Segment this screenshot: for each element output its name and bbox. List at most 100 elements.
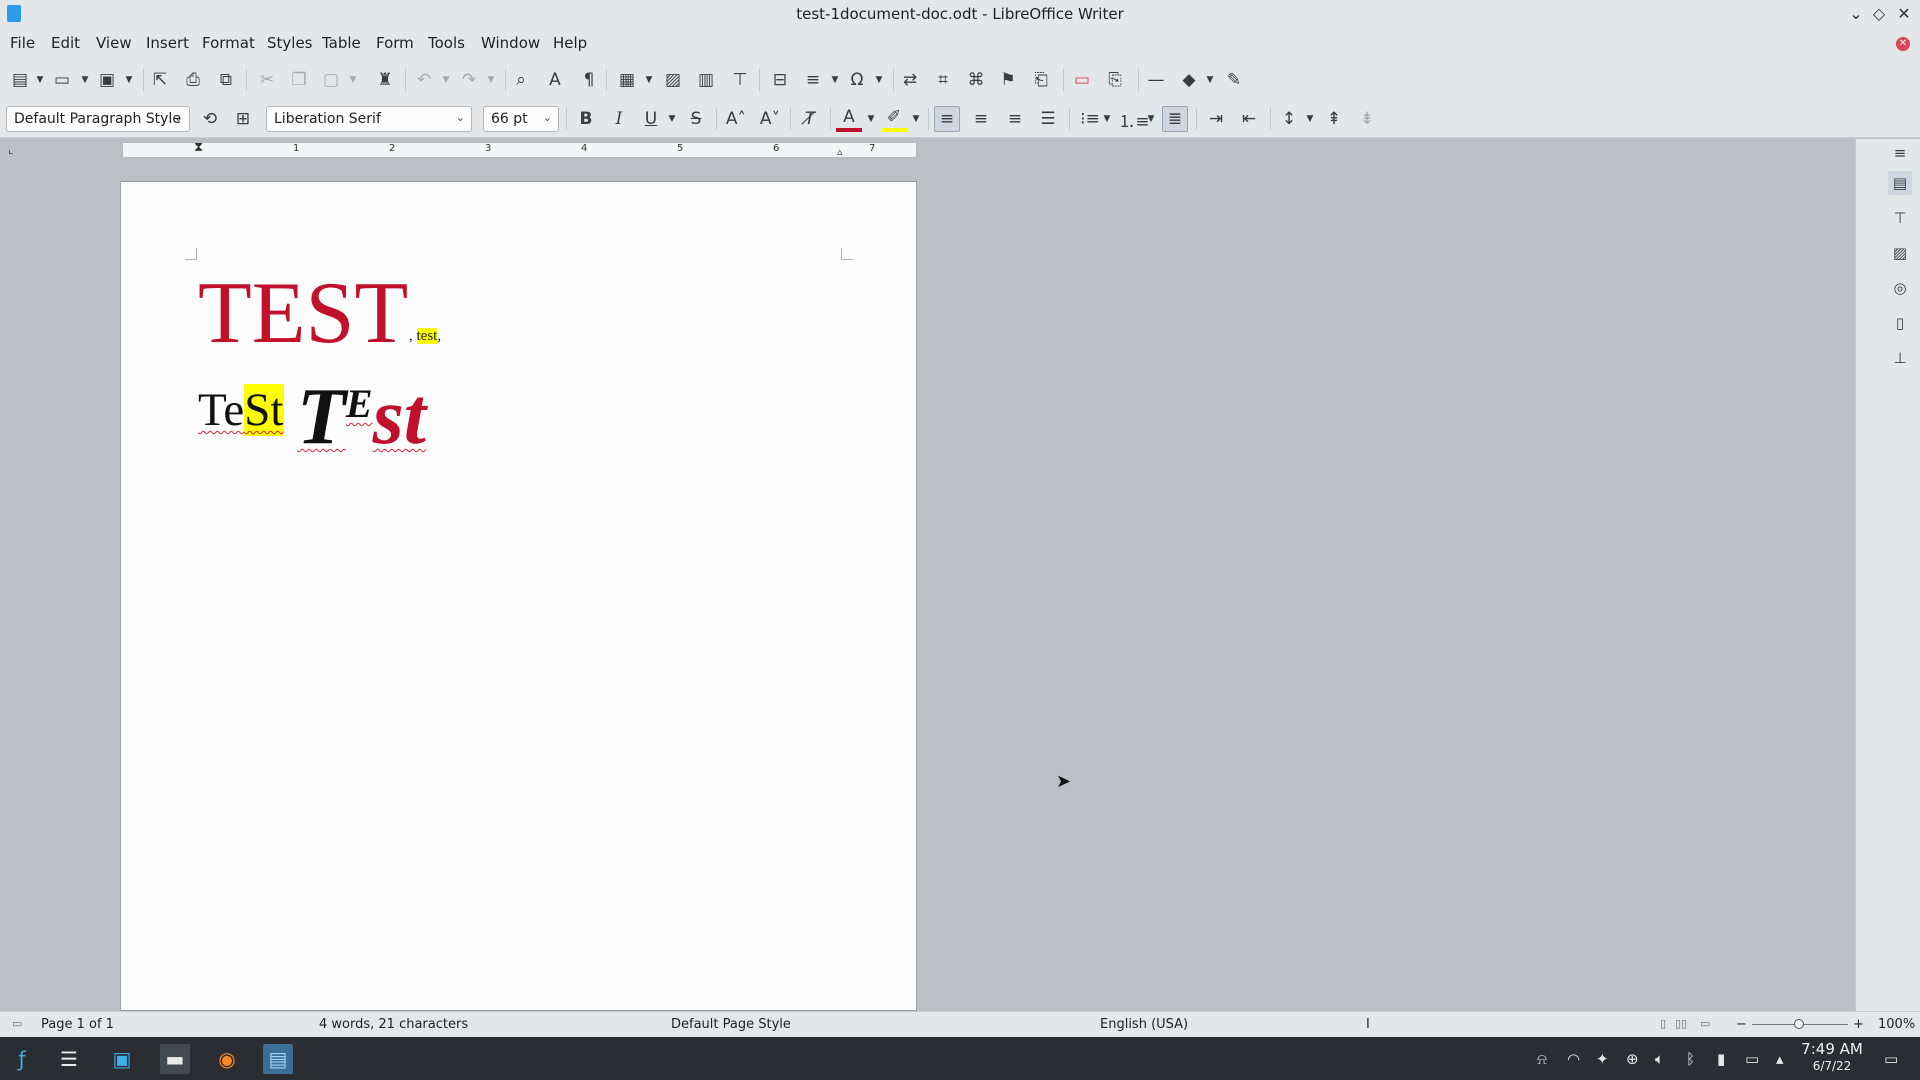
hyperlink-icon[interactable]: ⇄ (897, 67, 923, 93)
word-count[interactable]: 4 words, 21 characters (319, 1017, 468, 1032)
formatting-marks-icon[interactable]: ¶ (576, 67, 602, 93)
show-desktop-icon[interactable]: ▭ (1884, 1050, 1898, 1068)
paste-icon[interactable]: ▢ (318, 67, 344, 93)
document-page[interactable]: TEST , test, TeSt TEst (120, 181, 917, 1011)
print-preview-icon[interactable]: ⧉ (213, 67, 239, 93)
cross-reference-icon[interactable]: ⎗ (1028, 67, 1054, 93)
print-icon[interactable]: ⎙ (180, 67, 206, 93)
maximize-icon[interactable]: ◇ (1870, 4, 1888, 23)
special-character-icon[interactable]: Ω (844, 67, 870, 93)
line-spacing-icon[interactable]: ↕ (1276, 106, 1302, 132)
zoom-slider-handle[interactable] (1794, 1019, 1804, 1029)
endnote-icon[interactable]: ⌘ (963, 67, 989, 93)
open-dropdown-icon[interactable]: ▼ (80, 75, 90, 85)
highlight-dropdown-icon[interactable]: ▼ (911, 114, 921, 124)
basic-shapes-icon[interactable]: ◆ (1176, 67, 1202, 93)
horizontal-ruler[interactable]: 1 2 3 4 5 6 7 ⧗ ▵ (122, 140, 917, 158)
footnote-icon[interactable]: ⌗ (930, 67, 956, 93)
firefox-icon[interactable]: ◉ (212, 1044, 242, 1074)
field-dropdown-icon[interactable]: ▼ (830, 75, 840, 85)
table-dropdown-icon[interactable]: ▼ (644, 75, 654, 85)
multi-page-view-icon[interactable]: ▯▯ (1675, 1017, 1687, 1030)
page-break-icon[interactable]: ⊟ (767, 67, 793, 93)
document-line-2[interactable]: TeSt (198, 382, 284, 438)
comment-icon[interactable]: ▭ (1069, 67, 1095, 93)
sidebar-menu-icon[interactable]: ≡ (1888, 141, 1912, 165)
spelling-icon[interactable]: A (542, 67, 568, 93)
menu-edit[interactable]: Edit (51, 34, 80, 52)
ordered-list-dropdown-icon[interactable]: ▼ (1146, 114, 1156, 124)
save-icon[interactable]: ▣ (94, 67, 120, 93)
subscript-icon[interactable]: A˅ (757, 106, 783, 132)
clear-formatting-icon[interactable]: T̸ (797, 106, 823, 132)
insert-table-icon[interactable]: ▦ (614, 67, 640, 93)
menu-insert[interactable]: Insert (146, 34, 189, 52)
no-list-icon[interactable]: ≣ (1162, 106, 1188, 132)
menu-tools[interactable]: Tools (428, 34, 465, 52)
font-color-icon[interactable]: A (836, 106, 862, 132)
insert-field-icon[interactable]: ≡ (800, 67, 826, 93)
align-right-icon[interactable]: ≡ (1002, 106, 1028, 132)
zoom-in-icon[interactable]: + (1853, 1017, 1864, 1032)
paste-dropdown-icon[interactable]: ▼ (348, 75, 358, 85)
new-icon[interactable]: ▤ (7, 67, 33, 93)
task-manager-icon[interactable]: ☰ (54, 1044, 84, 1074)
paragraph-style-select[interactable]: Default Paragraph Style ⌄ (6, 106, 190, 132)
volume-icon[interactable]: 🔈︎ (1655, 1050, 1664, 1068)
network-icon[interactable]: ▭ (1745, 1050, 1759, 1068)
file-manager-icon[interactable]: ▬ (160, 1044, 190, 1074)
language[interactable]: English (USA) (1100, 1017, 1188, 1032)
insert-chart-icon[interactable]: ▥ (693, 67, 719, 93)
justify-icon[interactable]: ☰ (1035, 106, 1061, 132)
zoom-out-icon[interactable]: − (1736, 1017, 1747, 1032)
page-count[interactable]: Page 1 of 1 (41, 1017, 114, 1032)
bluetooth-icon[interactable]: ᛒ (1686, 1050, 1695, 1068)
insert-line-icon[interactable]: — (1143, 67, 1169, 93)
new-style-icon[interactable]: ⊞ (230, 106, 256, 132)
font-color-dropdown-icon[interactable]: ▼ (866, 114, 876, 124)
storage-icon[interactable]: ▮ (1717, 1050, 1725, 1068)
align-left-icon[interactable]: ≡ (934, 106, 960, 132)
right-indent-marker-icon[interactable]: ▵ (837, 145, 843, 158)
minimize-icon[interactable]: ⌄ (1847, 4, 1865, 23)
save-dropdown-icon[interactable]: ▼ (124, 75, 134, 85)
left-indent-marker-icon[interactable]: ⧗ (194, 140, 203, 155)
close-window-icon[interactable]: ✕ (1895, 4, 1913, 23)
copy-icon[interactable]: ❐ (286, 67, 312, 93)
update-icon[interactable]: ⊕ (1626, 1050, 1639, 1068)
redo-dropdown-icon[interactable]: ▼ (486, 75, 496, 85)
redo-icon[interactable]: ↷ (456, 67, 482, 93)
increase-paragraph-spacing-icon[interactable]: ⇞ (1321, 106, 1347, 132)
undo-dropdown-icon[interactable]: ▼ (441, 75, 451, 85)
properties-icon[interactable]: ▤ (1888, 171, 1912, 195)
book-view-icon[interactable]: ▭ (1700, 1017, 1710, 1030)
software-store-icon[interactable]: ▣ (107, 1044, 137, 1074)
menu-format[interactable]: Format (202, 34, 255, 52)
undo-icon[interactable]: ↶ (411, 67, 437, 93)
gallery-icon[interactable]: ▨ (1888, 241, 1912, 265)
font-size-select[interactable]: 66 pt ⌄ (483, 106, 559, 132)
shapes-dropdown-icon[interactable]: ▼ (1205, 75, 1215, 85)
special-char-dropdown-icon[interactable]: ▼ (874, 75, 884, 85)
export-pdf-icon[interactable]: ⇱ (147, 67, 173, 93)
clone-formatting-icon[interactable]: ♜ (372, 67, 398, 93)
cursor-mode[interactable]: I (1366, 1017, 1370, 1032)
insert-image-icon[interactable]: ▨ (660, 67, 686, 93)
cut-icon[interactable]: ✂ (254, 67, 280, 93)
bold-button[interactable]: B (573, 106, 599, 132)
ordered-list-icon[interactable]: ⒈≡ (1118, 106, 1149, 132)
decrease-paragraph-spacing-icon[interactable]: ⇟ (1354, 106, 1380, 132)
superscript-icon[interactable]: A˄ (723, 106, 749, 132)
tab-stop-icon[interactable]: ⌞ (8, 143, 13, 156)
underline-button[interactable]: U (638, 106, 664, 132)
rss-icon[interactable]: ◠ (1567, 1050, 1580, 1068)
highlight-color-icon[interactable]: ✐ (881, 106, 907, 132)
single-page-view-icon[interactable]: ▯ (1660, 1017, 1666, 1030)
line-spacing-dropdown-icon[interactable]: ▼ (1305, 114, 1315, 124)
unordered-list-icon[interactable]: ⁝≡ (1077, 106, 1103, 132)
clock[interactable]: 7:49 AM 6/7/22 (1796, 1041, 1868, 1075)
insert-textbox-icon[interactable]: ⊤ (727, 67, 753, 93)
application-launcher-icon[interactable]: ƒ (7, 1044, 37, 1074)
increase-indent-icon[interactable]: ⇥ (1203, 106, 1229, 132)
menu-table[interactable]: Table (322, 34, 361, 52)
